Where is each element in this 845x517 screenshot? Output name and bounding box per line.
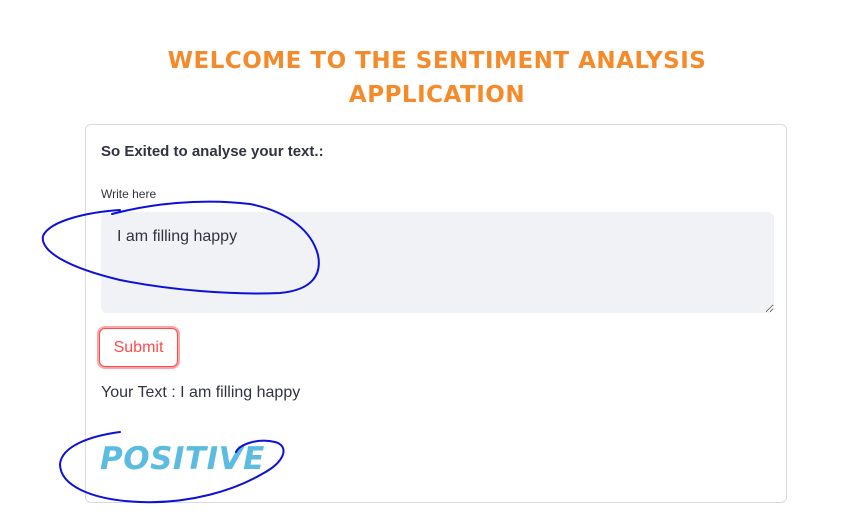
submit-button[interactable]: Submit	[99, 328, 178, 367]
page-title: WELCOME TO THE SENTIMENT ANALYSIS APPLIC…	[0, 44, 845, 112]
title-line-1: WELCOME TO THE SENTIMENT ANALYSIS	[167, 48, 707, 74]
text-input-area[interactable]	[101, 212, 774, 313]
app-page: WELCOME TO THE SENTIMENT ANALYSIS APPLIC…	[0, 0, 845, 517]
title-line-2: APPLICATION	[348, 82, 526, 108]
input-label: Write here	[101, 187, 157, 201]
form-heading: So Exited to analyse your text.:	[101, 143, 324, 160]
sentiment-result: POSITIVE	[100, 441, 265, 477]
your-text-result: Your Text : I am filling happy	[101, 384, 301, 401]
